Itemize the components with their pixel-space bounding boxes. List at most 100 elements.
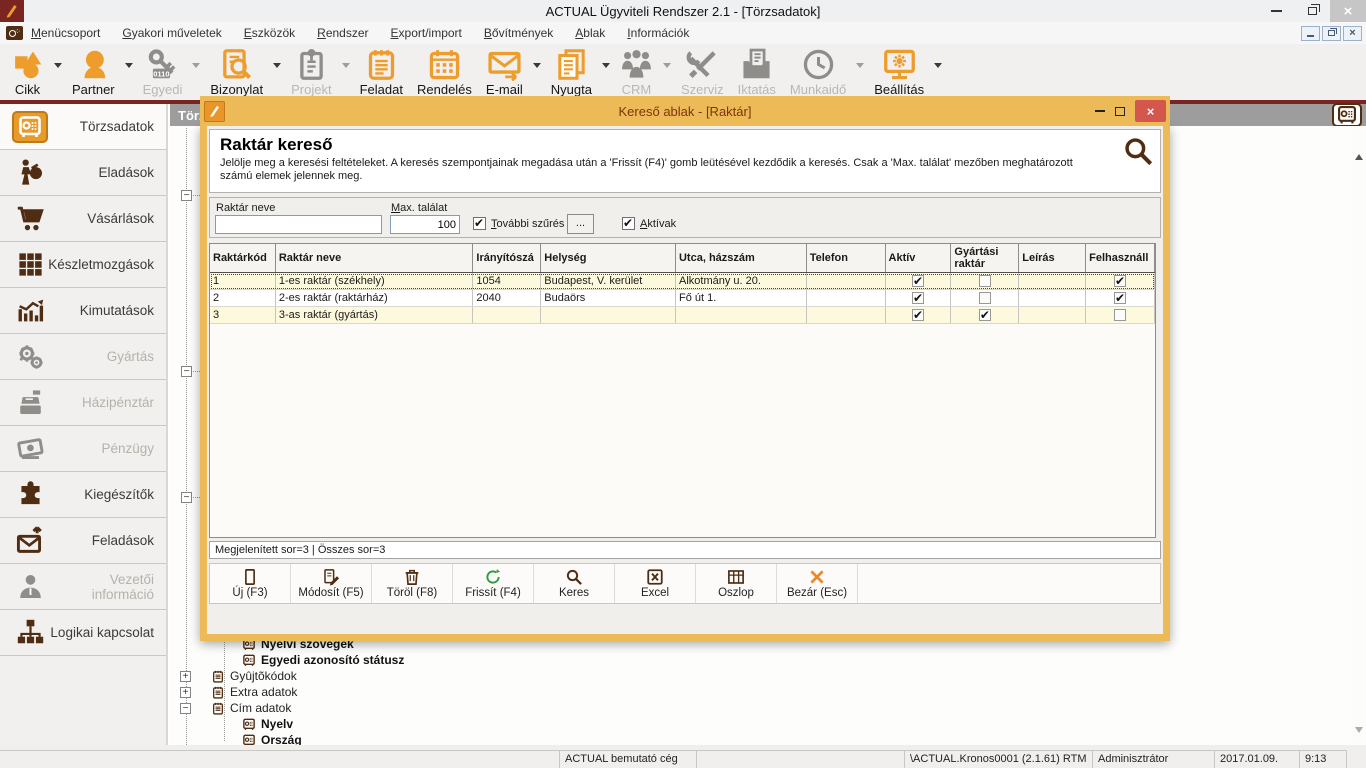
table-row[interactable]: 11-es raktár (székhely)1054Budapest, V. … [210,273,1155,290]
sidebar-item-elad-sok[interactable]: Eladások [0,150,166,196]
oszlop-button[interactable]: Oszlop [696,564,777,603]
tree-expander[interactable]: − [181,492,192,503]
menu-b-v-tm-nyek[interactable]: Bővítmények [484,26,553,40]
toolbar-e-mail[interactable]: E-mail [479,47,530,98]
checkbox-gy-rt-si-rakt-r[interactable] [979,292,991,304]
column-header-ir-ny-t-sz[interactable]: Irányítószá [473,244,541,272]
sidebar-item-k-szletmozg-sok[interactable]: Készletmozgások [0,242,166,288]
toolbar-nyugta-dropdown[interactable] [599,47,613,83]
sidebar-item-felad-sok[interactable]: Feladások [0,518,166,564]
excel-button[interactable]: Excel [615,564,696,603]
sidebar-item-h-zip-nzt-r[interactable]: Házipénztár [0,380,166,426]
menu-ablak[interactable]: Ablak [575,26,605,40]
sidebar-item-gy-rt-s[interactable]: Gyártás [0,334,166,380]
checkbox-gy-rt-si-rakt-r[interactable] [979,275,991,287]
column-header-helys-g[interactable]: Helység [541,244,676,272]
toolbar-bizonylat[interactable]: Bizonylat [203,47,270,98]
toolbar-feladat[interactable]: Feladat [353,47,410,98]
friss-t-f4-button[interactable]: Frissít (F4) [453,564,534,603]
column-header-akt-v[interactable]: Aktív [886,244,952,272]
column-header-le-r-s[interactable]: Leírás [1019,244,1086,272]
chevron-down-icon [192,63,200,72]
resize-grip [1347,750,1366,768]
minimize-button[interactable] [1258,0,1294,22]
module-corner-button[interactable] [1332,103,1362,127]
toolbar-cikk[interactable]: Cikk [4,47,51,98]
m-dos-t-f5-button[interactable]: Módosít (F5) [291,564,372,603]
toolbar-nyugta[interactable]: Nyugta [544,47,599,98]
tree-expander[interactable]: + [180,671,191,682]
sidebar-item-vezet-i-inform-ci[interactable]: Vezetői információ [0,564,166,610]
dialog-close-button[interactable]: × [1135,100,1166,122]
menu-gyakori-m-veletek[interactable]: Gyakori műveletek [122,26,221,40]
sidebar-item-kimutat-sok[interactable]: Kimutatások [0,288,166,334]
checkbox-felhaszn-ll[interactable] [1114,309,1126,321]
dialog-title-bar[interactable]: Kereső ablak - [Raktár] × [200,96,1170,126]
checkbox-gy-rt-si-rakt-r[interactable] [979,309,991,321]
column-header-utca-h-zsz-m[interactable]: Utca, házszám [676,244,807,272]
table-row[interactable]: 33-as raktár (gyártás) [210,307,1155,324]
sidebar-item-kieg-sz-t-k[interactable]: Kiegészítők [0,472,166,518]
statusbar-segment [697,750,905,768]
sidebar-item-p-nz-gy[interactable]: Pénzügy [0,426,166,472]
child-restore-button[interactable] [1322,26,1341,41]
column-header-rakt-r-neve[interactable]: Raktár neve [276,244,474,272]
tree-expander[interactable]: − [180,703,191,714]
tree-expander[interactable]: − [181,190,192,201]
tree-expander[interactable]: + [180,687,191,698]
keres-button[interactable]: Keres [534,564,615,603]
toolbar-be-ll-t-s-dropdown[interactable] [931,47,945,83]
tree-item-extra-adatok[interactable]: +Extra adatok [180,684,297,700]
tree-item-gy-jt-k-dok[interactable]: +Gyûjtõkódok [180,668,297,684]
menu-inform-ci-k[interactable]: Információk [627,26,689,40]
toolbar-bizonylat-dropdown[interactable] [270,47,284,83]
tree-item-c-m-adatok[interactable]: −Cím adatok [180,700,291,716]
tree-expander[interactable]: − [181,366,192,377]
dialog-minimize-button[interactable] [1095,110,1105,112]
more-filters-checkbox[interactable] [473,217,486,230]
toolbar-iktat-s: Iktatás [731,47,783,98]
sidebar-item-logikai-kapcsolat[interactable]: Logikai kapcsolat [0,610,166,656]
main-toolbar: CikkPartnerEgyediBizonylatProjektFeladat… [0,44,1366,100]
menu-rendszer[interactable]: Rendszer [317,26,368,40]
checkbox-felhaszn-ll[interactable] [1114,292,1126,304]
more-filters-button[interactable]: ... [567,214,594,234]
close-button[interactable]: × [1330,0,1366,22]
toolbar-partner[interactable]: Partner [65,47,122,98]
toolbar-be-ll-t-s[interactable]: Beállítás [867,47,931,98]
bez-r-esc-button[interactable]: Bezár (Esc) [777,564,858,603]
t-r-l-f8-button[interactable]: Töröl (F8) [372,564,453,603]
sidebar-item-t-rzsadatok[interactable]: Törzsadatok [0,104,166,150]
checkbox-felhaszn-ll[interactable] [1114,275,1126,287]
tree-item-nyelv[interactable]: Nyelv [242,716,293,732]
toolbar-e-mail-dropdown[interactable] [530,47,544,83]
tree-item-orsz-g[interactable]: Ország [242,732,302,745]
chevron-down-icon [54,63,62,72]
restore-button[interactable] [1294,0,1330,22]
child-close-button[interactable]: × [1343,26,1362,41]
menu-eszk-z-k[interactable]: Eszközök [244,26,295,40]
checkbox-akt-v[interactable] [912,275,924,287]
active-only-checkbox[interactable] [622,217,635,230]
sidebar-item-v-s-rl-sok[interactable]: Vásárlások [0,196,166,242]
warehouse-name-input[interactable] [215,215,382,234]
j-f3-button[interactable]: Új (F3) [210,564,291,603]
dialog-maximize-button[interactable] [1115,107,1125,116]
checkbox-akt-v[interactable] [912,309,924,321]
column-header-gy-rt-si-rakt-r[interactable]: Gyártási raktár [951,244,1019,272]
tree-item-egyedi-azonos-t-st-tusz[interactable]: Egyedi azonosító státusz [242,652,404,668]
menu-men-csoport[interactable]: Menücsoport [31,26,100,40]
sidebar: TörzsadatokEladásokVásárlásokKészletmozg… [0,104,168,745]
toolbar-cikk-dropdown[interactable] [51,47,65,83]
checkbox-akt-v[interactable] [912,292,924,304]
max-results-input[interactable] [390,215,460,234]
menu-export-import[interactable]: Export/import [391,26,462,40]
column-header-telefon[interactable]: Telefon [807,244,886,272]
toolbar-rendel-s[interactable]: Rendelés [410,47,479,98]
table-row[interactable]: 22-es raktár (raktárház)2040BudaörsFő út… [210,290,1155,307]
column-header-rakt-rk-d[interactable]: Raktárkód [210,244,276,272]
child-close-icon: × [1349,28,1355,39]
toolbar-partner-dropdown[interactable] [122,47,136,83]
column-header-felhaszn-ll[interactable]: Felhasználl [1086,244,1155,272]
child-minimize-button[interactable] [1301,26,1320,41]
